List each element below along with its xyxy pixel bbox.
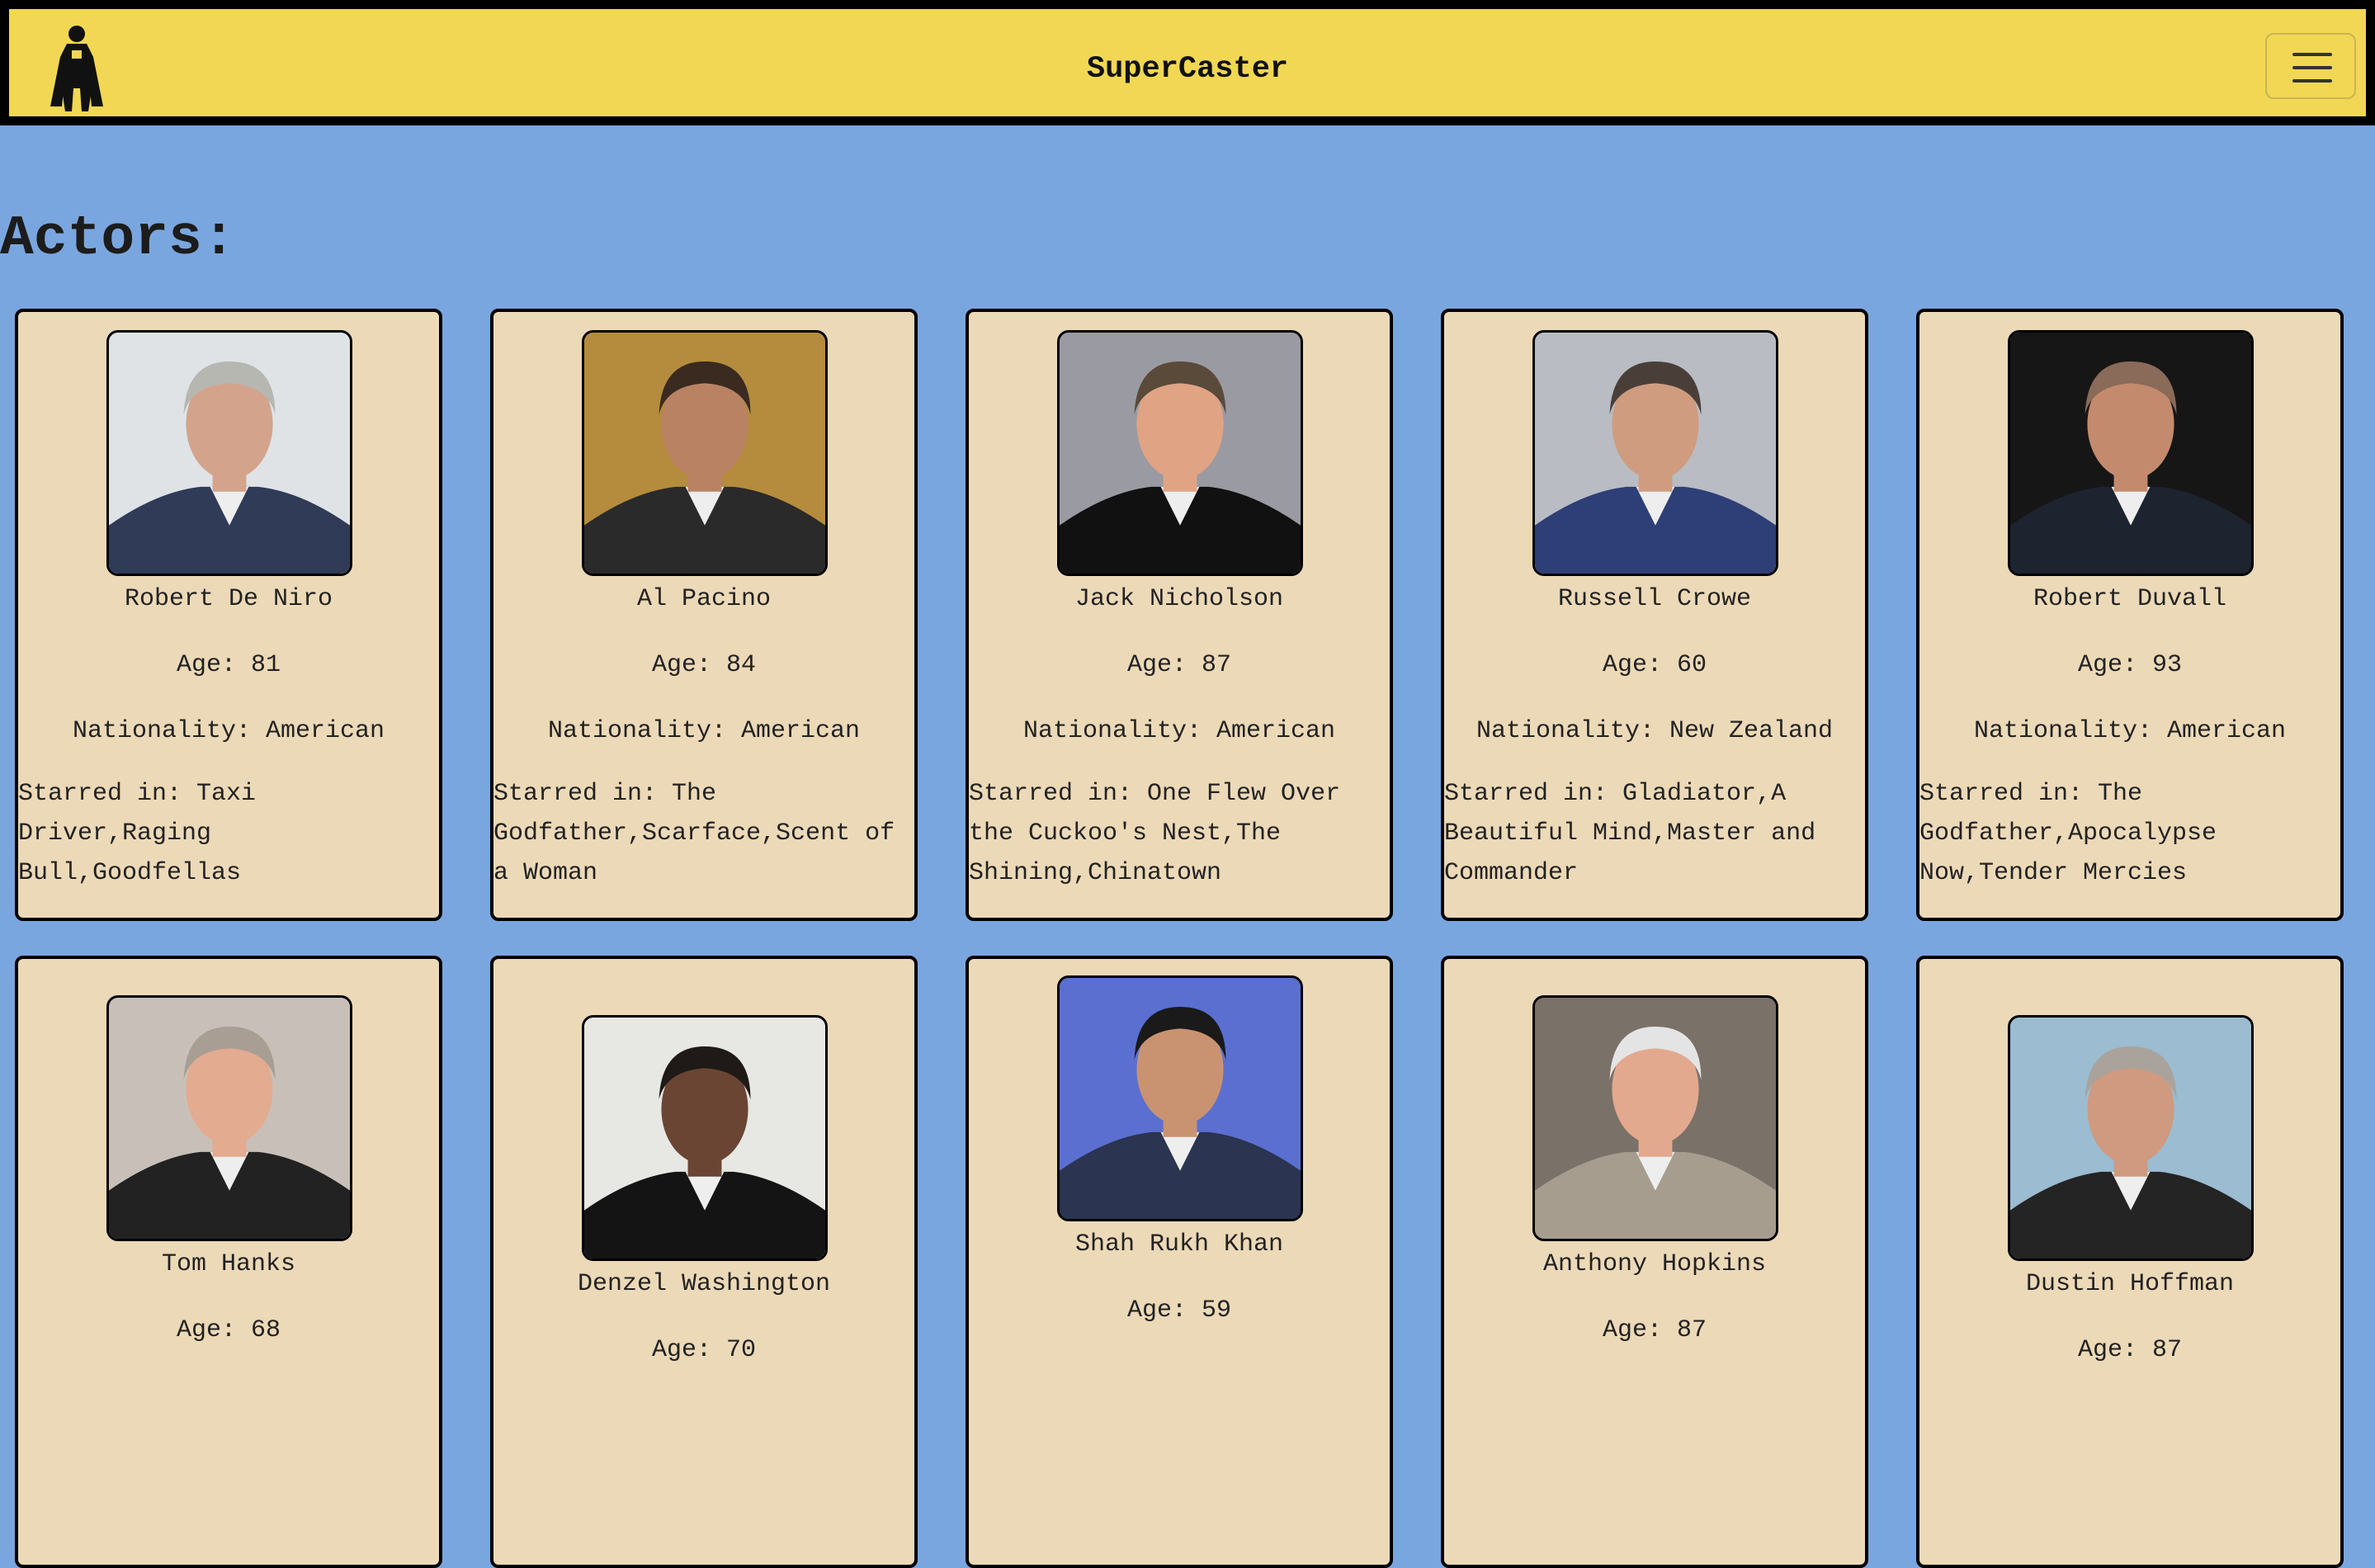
actor-card[interactable]: Shah Rukh Khan Age: 59 [966, 956, 1393, 1568]
actor-name: Robert Duvall [2033, 585, 2227, 613]
actor-age: Age: 60 [1602, 651, 1707, 679]
actor-photo [1532, 330, 1778, 576]
actor-age: Age: 70 [651, 1336, 757, 1364]
actor-photo [2008, 1015, 2254, 1261]
actor-card[interactable]: Denzel Washington Age: 70 [490, 956, 918, 1568]
hamburger-menu-button[interactable] [2265, 33, 2356, 99]
actor-card[interactable]: Anthony Hopkins Age: 87 [1441, 956, 1868, 1568]
actor-card[interactable]: Dustin Hoffman Age: 87 [1916, 956, 2344, 1568]
actor-card[interactable]: Tom Hanks Age: 68 [15, 956, 442, 1568]
actor-name: Al Pacino [636, 585, 772, 613]
hamburger-line [2292, 79, 2332, 83]
actor-age: Age: 93 [2077, 651, 2183, 679]
actor-filmography: Starred in: Gladiator,A Beautiful Mind,M… [1444, 780, 1816, 887]
actor-photo [582, 330, 828, 576]
actor-name: Anthony Hopkins [1542, 1250, 1767, 1278]
actor-name: Tom Hanks [161, 1250, 296, 1278]
actor-nationality: Nationality: American [1022, 717, 1336, 745]
actor-age: Age: 59 [1126, 1296, 1232, 1325]
actor-age: Age: 81 [176, 651, 281, 679]
actor-age: Age: 87 [1126, 651, 1232, 679]
actor-photo [106, 995, 352, 1241]
actor-photo [1057, 975, 1303, 1221]
actor-name: Robert De Niro [124, 585, 333, 613]
actor-age: Age: 87 [1602, 1316, 1707, 1344]
actor-name: Jack Nicholson [1074, 585, 1284, 613]
actor-name: Russell Crowe [1557, 585, 1752, 613]
hamburger-menu-icon [2292, 53, 2332, 56]
actor-age: Age: 68 [176, 1316, 281, 1344]
actor-card[interactable]: Jack Nicholson Age: 87 Nationality: Amer… [966, 309, 1393, 921]
actor-card[interactable]: Russell Crowe Age: 60 Nationality: New Z… [1441, 309, 1868, 921]
actor-nationality: Nationality: New Zealand [1476, 717, 1834, 745]
navbar: SuperCaster [0, 0, 2375, 125]
actor-name: Dustin Hoffman [2025, 1270, 2235, 1298]
actor-photo [2008, 330, 2254, 576]
actor-photo [582, 1015, 828, 1261]
actor-filmography: Starred in: Taxi Driver,Raging Bull,Good… [18, 780, 257, 887]
actor-filmography: Starred in: One Flew Over the Cuckoo's N… [969, 780, 1341, 887]
actor-age: Age: 87 [2077, 1336, 2183, 1364]
actor-nationality: Nationality: American [1973, 717, 2287, 745]
page-heading: Actors: [0, 207, 236, 271]
actor-card[interactable]: Robert De Niro Age: 81 Nationality: Amer… [15, 309, 442, 921]
actor-filmography: Starred in: The Godfather,Scarface,Scent… [493, 780, 895, 887]
actor-name: Shah Rukh Khan [1074, 1230, 1284, 1259]
hamburger-line [2292, 66, 2332, 69]
actor-name: Denzel Washington [577, 1270, 831, 1298]
actor-age: Age: 84 [651, 651, 757, 679]
actor-filmography: Starred in: The Godfather,Apocalypse Now… [1919, 780, 2217, 887]
actor-photo [106, 330, 352, 576]
actor-photo [1532, 995, 1778, 1241]
actor-nationality: Nationality: American [547, 717, 861, 745]
actor-card[interactable]: Al Pacino Age: 84 Nationality: American … [490, 309, 918, 921]
actor-card[interactable]: Robert Duvall Age: 93 Nationality: Ameri… [1916, 309, 2344, 921]
actor-nationality: Nationality: American [72, 717, 385, 745]
actor-photo [1057, 330, 1303, 576]
brand-title[interactable]: SuperCaster [9, 52, 2366, 87]
